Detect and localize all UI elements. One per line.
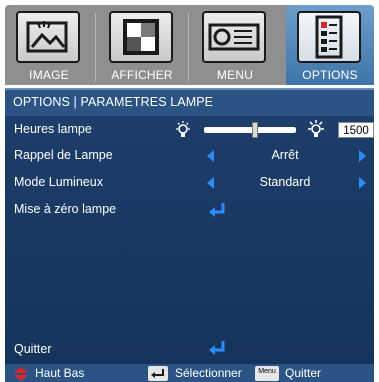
tab-label: IMAGE (29, 68, 69, 82)
tab-afficher[interactable]: AFFICHER (98, 5, 186, 85)
arrow-left-icon[interactable] (207, 150, 214, 162)
enter-icon[interactable] (209, 202, 227, 218)
tab-image[interactable]: IMAGE (5, 5, 93, 85)
arrow-left-icon[interactable] (207, 177, 214, 189)
tab-menu[interactable]: MENU (191, 5, 279, 85)
image-icon (16, 11, 80, 63)
breadcrumb: OPTIONS | PARAMETRES LAMPE (5, 88, 374, 116)
lamp-bright-icon (308, 120, 324, 137)
arrow-right-icon[interactable] (359, 177, 366, 189)
arrow-right-icon[interactable] (359, 150, 366, 162)
tab-label: OPTIONS (302, 68, 358, 82)
brightness-mode-row[interactable]: Mode Lumineux Standard (5, 171, 374, 195)
lamp-hours-value: 1500 (338, 122, 374, 138)
lamp-reset-label: Mise à zéro lampe (14, 202, 117, 216)
lamp-reminder-row[interactable]: Rappel de Lampe Arrêt (5, 144, 374, 168)
lamp-hours-label: Heures lampe (14, 122, 92, 136)
quit-hint: Quitter (285, 366, 322, 380)
display-icon (109, 11, 173, 63)
menu-key-icon: Menu (255, 366, 279, 381)
enter-key-icon (148, 366, 168, 381)
brightness-mode-value: Standard (259, 175, 311, 189)
projector-osd-menu: IMAGE AFFICHER MENU OPTIONS OPTIONS | PA… (0, 0, 379, 382)
quit-row[interactable]: Quitter (5, 338, 374, 362)
lamp-reset-row[interactable]: Mise à zéro lampe (5, 198, 374, 222)
enter-icon[interactable] (209, 340, 227, 356)
settings-panel: Heures lampe 1500 Rappel de Lampe Arrêt … (5, 116, 374, 364)
tab-label: AFFICHER (111, 68, 173, 82)
lamp-reminder-label: Rappel de Lampe (14, 148, 113, 162)
select-hint: Sélectionner (175, 366, 242, 380)
tab-options[interactable]: OPTIONS (286, 5, 374, 85)
page-title: OPTIONS | PARAMETRES LAMPE (13, 95, 214, 109)
lamp-hours-slider[interactable] (204, 122, 296, 138)
slider-thumb[interactable] (252, 122, 258, 138)
brightness-mode-label: Mode Lumineux (14, 175, 103, 189)
menu-key-label: Menu (258, 368, 276, 375)
up-down-icon (14, 367, 28, 381)
lamp-dim-icon (176, 121, 190, 137)
options-icon (297, 11, 361, 63)
nav-hint: Haut Bas (35, 366, 85, 380)
quit-label: Quitter (14, 342, 52, 356)
lamp-hours-row[interactable]: Heures lampe 1500 (5, 118, 374, 142)
lamp-reminder-value: Arrêt (271, 148, 299, 162)
footer-hint-bar: Haut Bas Sélectionner Menu Quitter (5, 364, 374, 382)
projector-icon (202, 11, 266, 63)
tab-bar: IMAGE AFFICHER MENU OPTIONS (5, 5, 374, 85)
tab-label: MENU (216, 68, 254, 82)
